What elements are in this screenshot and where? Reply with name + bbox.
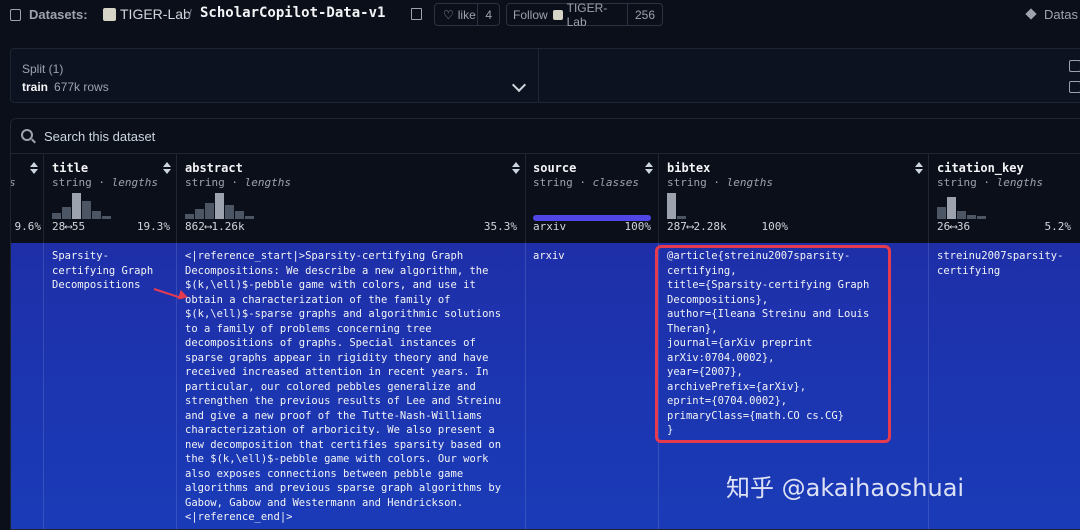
- column-type: string: [185, 176, 225, 189]
- split-rows: 677k rows: [54, 80, 109, 94]
- column-kind: lengths: [111, 176, 158, 189]
- column-kind: lengths: [996, 176, 1043, 189]
- database-icon: [10, 9, 21, 21]
- length-histogram[interactable]: [52, 193, 111, 219]
- column-stat-left: 26⟷36: [937, 220, 971, 233]
- column-kind: lengths: [726, 176, 773, 189]
- table-cell-partial: [11, 243, 44, 529]
- column-kind: lengths: [244, 176, 291, 189]
- copy-icon[interactable]: [411, 8, 422, 20]
- column-stat-left: arxiv: [533, 220, 567, 233]
- column-name: bibtex: [667, 161, 711, 175]
- cell-text: arxiv: [533, 250, 565, 262]
- follower-count: 256: [626, 4, 662, 25]
- split-dropdown[interactable]: train 677k rows: [22, 80, 109, 94]
- column-stat-right: 9.6%: [14, 220, 42, 233]
- column-stat-right: 35.3%: [483, 220, 517, 233]
- column-stat-right: 5.2%: [1044, 220, 1072, 233]
- chevron-down-icon[interactable]: [511, 77, 527, 93]
- column-name: abstract: [185, 161, 243, 175]
- like-count: 4: [477, 4, 499, 25]
- datasets-label: Datasets:: [29, 7, 88, 22]
- column-name: title: [52, 161, 89, 175]
- length-histogram[interactable]: [185, 193, 254, 219]
- table-cell-abstract[interactable]: <|reference_start|>Sparsity-certifying G…: [177, 243, 526, 529]
- checkbox-icon[interactable]: [1069, 60, 1080, 72]
- search-input[interactable]: Search this dataset: [44, 129, 155, 144]
- column-name: citation_key: [937, 161, 1024, 175]
- follow-label: Follow: [513, 7, 548, 22]
- column-stat-right: 100%: [761, 220, 789, 233]
- org-link[interactable]: TIGER-Lab: [120, 6, 191, 22]
- column-type: string: [533, 176, 573, 189]
- length-histogram[interactable]: [937, 193, 986, 219]
- heart-icon: ♡: [443, 7, 454, 22]
- column-header-source[interactable]: source string · classes arxiv 100%: [526, 153, 659, 243]
- column-stat-left: 862⟷1.26k: [185, 220, 245, 233]
- like-button[interactable]: ♡ like 4: [434, 3, 500, 26]
- column-header-abstract[interactable]: abstract string · lengths 862⟷1.26k 35.3…: [177, 153, 526, 243]
- like-label: like: [457, 7, 476, 22]
- column-header-bibtex[interactable]: bibtex string · lengths 287⟷2.28k 100%: [659, 153, 929, 243]
- repo-name[interactable]: ScholarCopilot-Data-v1: [200, 5, 385, 21]
- panel-divider: [538, 49, 539, 102]
- length-histogram[interactable]: [667, 193, 686, 219]
- org-avatar-icon[interactable]: [103, 8, 116, 21]
- org-avatar-icon: [552, 9, 563, 20]
- split-title: Split (1): [22, 62, 64, 76]
- table-cell-source[interactable]: arxiv: [526, 243, 659, 529]
- cell-text: <|reference_start|>Sparsity-certifying G…: [185, 250, 502, 523]
- cell-text: Sparsity- certifying Graph Decomposition…: [52, 250, 154, 291]
- column-stat-right: 100%: [624, 220, 652, 233]
- column-type: string: [52, 176, 92, 189]
- top-bar: Datasets: TIGER-Lab / ScholarCopilot-Dat…: [0, 0, 1080, 30]
- cell-text: streinu2007sparsity- certifying: [937, 250, 1064, 277]
- follow-button[interactable]: Follow TIGER-Lab 256: [506, 0, 663, 29]
- annotation-highlight-box: [655, 245, 891, 443]
- watermark: 知乎 @akaihaoshuai: [726, 474, 965, 502]
- column-type: string: [937, 176, 977, 189]
- table-cell-title[interactable]: Sparsity- certifying Graph Decomposition…: [44, 243, 177, 529]
- cube-icon: [1025, 8, 1037, 20]
- column-header-title[interactable]: title string · lengths 28⟷55 19.3%: [44, 153, 177, 243]
- split-name: train: [22, 80, 49, 94]
- column-name: source: [533, 161, 577, 175]
- column-header-partial: s 9.6%: [11, 153, 44, 243]
- search-icon: [21, 129, 33, 141]
- checkbox-icon[interactable]: [1069, 81, 1080, 93]
- column-stat-left: 28⟷55: [52, 220, 86, 233]
- column-type: string: [667, 176, 707, 189]
- column-stat-left: 287⟷2.28k: [667, 220, 727, 233]
- column-stat-right: 19.3%: [136, 220, 170, 233]
- split-selector-panel: Split (1) train 677k rows: [10, 48, 1080, 103]
- datasets-nav-label[interactable]: Datas: [1044, 7, 1078, 22]
- column-header-citation-key[interactable]: citation_key string · lengths 26⟷36 5.2%: [929, 153, 1080, 243]
- follow-org: TIGER-Lab: [566, 0, 608, 29]
- path-separator: /: [188, 6, 192, 22]
- column-kind: classes: [592, 176, 639, 189]
- search-bar[interactable]: Search this dataset: [11, 119, 1080, 154]
